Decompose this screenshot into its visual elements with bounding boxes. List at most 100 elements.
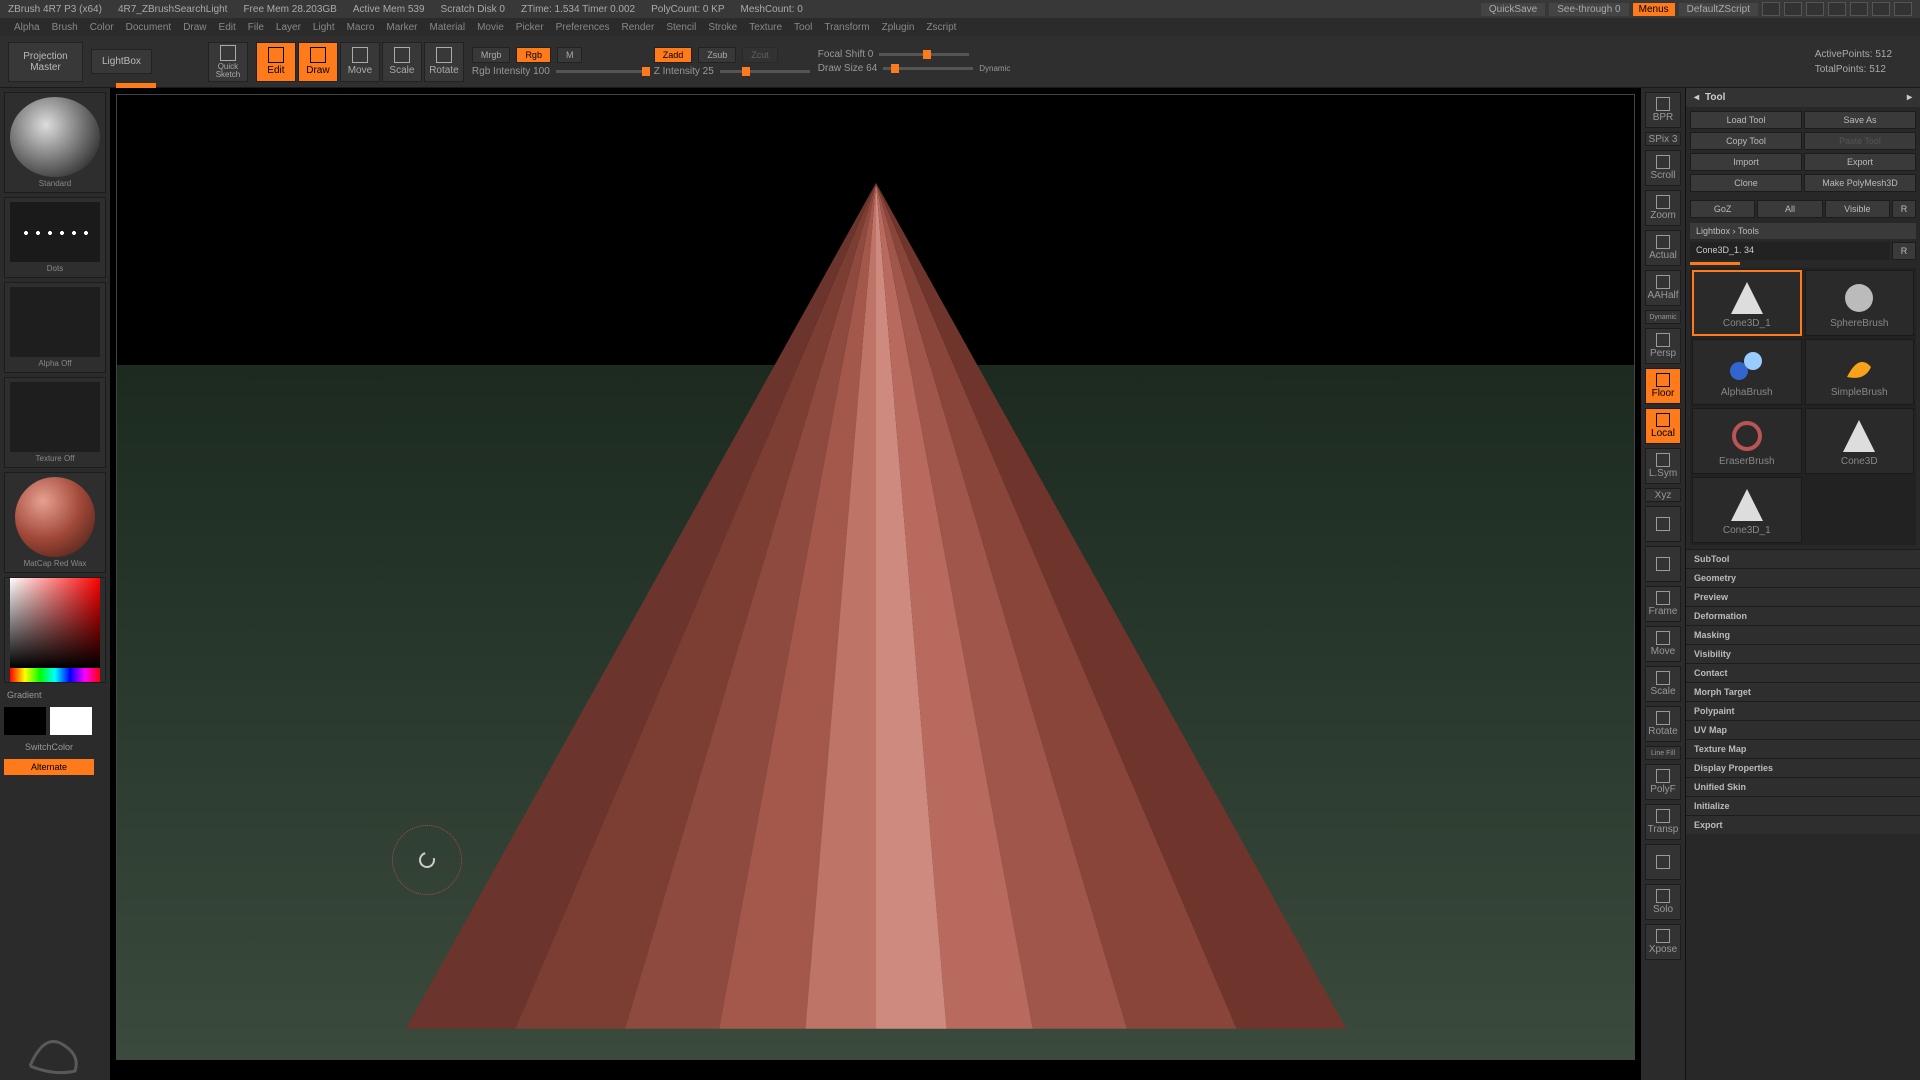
- export-button[interactable]: Export: [1804, 153, 1916, 171]
- scroll-button[interactable]: Scroll: [1645, 150, 1681, 186]
- floor-button[interactable]: Floor: [1645, 368, 1681, 404]
- menu-alpha[interactable]: Alpha: [14, 22, 40, 33]
- z-intensity-slider[interactable]: [720, 70, 810, 73]
- nav-button[interactable]: [1645, 844, 1681, 880]
- zcut-button[interactable]: Zcut: [742, 47, 778, 63]
- alpha-selector[interactable]: Alpha Off: [4, 282, 106, 373]
- document-tab[interactable]: [116, 83, 156, 88]
- m-button[interactable]: M: [557, 47, 583, 63]
- scale-mode-button[interactable]: Scale: [382, 42, 422, 82]
- window-btn-1[interactable]: [1762, 2, 1780, 16]
- scale-button[interactable]: Scale: [1645, 666, 1681, 702]
- tool-thumb-cone3d-1[interactable]: Cone3D_1: [1692, 477, 1802, 543]
- menu-picker[interactable]: Picker: [516, 22, 544, 33]
- menu-render[interactable]: Render: [622, 22, 655, 33]
- tool-thumb-alphabrush[interactable]: AlphaBrush: [1692, 339, 1802, 405]
- nav-button[interactable]: [1645, 506, 1681, 542]
- section-unified-skin[interactable]: Unified Skin: [1686, 777, 1920, 796]
- l-sym-button[interactable]: L.Sym: [1645, 448, 1681, 484]
- section-geometry[interactable]: Geometry: [1686, 568, 1920, 587]
- clone-button[interactable]: Clone: [1690, 174, 1802, 192]
- menu-material[interactable]: Material: [430, 22, 466, 33]
- goz-button[interactable]: GoZ: [1690, 200, 1755, 218]
- section-polypaint[interactable]: Polypaint: [1686, 701, 1920, 720]
- actual-button[interactable]: Actual: [1645, 230, 1681, 266]
- menu-zscript[interactable]: Zscript: [926, 22, 956, 33]
- frame-button[interactable]: Frame: [1645, 586, 1681, 622]
- zoom-button[interactable]: Zoom: [1645, 190, 1681, 226]
- draw-mode-button[interactable]: Draw: [298, 42, 338, 82]
- window-btn-3[interactable]: [1806, 2, 1824, 16]
- material-selector[interactable]: MatCap Red Wax: [4, 472, 106, 573]
- menu-brush[interactable]: Brush: [52, 22, 78, 33]
- lightbox-tools-link[interactable]: Lightbox › Tools: [1690, 223, 1916, 239]
- menu-color[interactable]: Color: [90, 22, 114, 33]
- quicksketch-button[interactable]: Quick Sketch: [208, 42, 248, 82]
- focal-shift-slider[interactable]: [879, 53, 969, 56]
- quicksave-button[interactable]: QuickSave: [1481, 3, 1545, 16]
- bpr-button[interactable]: BPR: [1645, 92, 1681, 128]
- spix-3-button[interactable]: SPix 3: [1645, 132, 1681, 146]
- maximize-button[interactable]: [1872, 2, 1890, 16]
- polyf-button[interactable]: PolyF: [1645, 764, 1681, 800]
- alternate-button[interactable]: Alternate: [4, 759, 94, 775]
- copy-tool-button[interactable]: Copy Tool: [1690, 132, 1802, 150]
- menu-light[interactable]: Light: [313, 22, 335, 33]
- section-morph-target[interactable]: Morph Target: [1686, 682, 1920, 701]
- load-tool-button[interactable]: Load Tool: [1690, 111, 1802, 129]
- goz-all-button[interactable]: All: [1757, 200, 1822, 218]
- color-picker[interactable]: [4, 577, 106, 683]
- persp-button[interactable]: Persp: [1645, 328, 1681, 364]
- secondary-color-swatch[interactable]: [4, 707, 46, 735]
- section-deformation[interactable]: Deformation: [1686, 606, 1920, 625]
- seethrough-slider[interactable]: See-through 0: [1549, 3, 1628, 16]
- color-square[interactable]: [10, 578, 100, 668]
- tool-thumb-eraserbrush[interactable]: EraserBrush: [1692, 408, 1802, 474]
- tool-panel-header[interactable]: ◂ Tool ▸: [1686, 88, 1920, 107]
- nav-button[interactable]: [1645, 546, 1681, 582]
- default-zscript[interactable]: DefaultZScript: [1679, 3, 1758, 16]
- current-tool-name[interactable]: Cone3D_1. 34: [1690, 242, 1890, 260]
- import-button[interactable]: Import: [1690, 153, 1802, 171]
- rotate-button[interactable]: Rotate: [1645, 706, 1681, 742]
- tool-thumb-cone3d[interactable]: Cone3D: [1805, 408, 1915, 474]
- menu-stroke[interactable]: Stroke: [708, 22, 737, 33]
- aahalf-button[interactable]: AAHalf: [1645, 270, 1681, 306]
- tool-thumb-simplebrush[interactable]: SimpleBrush: [1805, 339, 1915, 405]
- menu-movie[interactable]: Movie: [477, 22, 504, 33]
- draw-size-slider[interactable]: [883, 67, 973, 70]
- minimize-button[interactable]: [1850, 2, 1868, 16]
- brush-selector[interactable]: Standard: [4, 92, 106, 193]
- save-as-button[interactable]: Save As: [1804, 111, 1916, 129]
- solo-button[interactable]: Solo: [1645, 884, 1681, 920]
- tool-thumb-spherebrush[interactable]: SphereBrush: [1805, 270, 1915, 336]
- xyz-button[interactable]: Xyz: [1645, 488, 1681, 502]
- section-uv-map[interactable]: UV Map: [1686, 720, 1920, 739]
- section-preview[interactable]: Preview: [1686, 587, 1920, 606]
- tool-thumb-cone3d-1[interactable]: Cone3D_1: [1692, 270, 1802, 336]
- rotate-mode-button[interactable]: Rotate: [424, 42, 464, 82]
- tool-r-button[interactable]: R: [1892, 242, 1916, 260]
- menu-transform[interactable]: Transform: [824, 22, 869, 33]
- menu-tool[interactable]: Tool: [794, 22, 812, 33]
- zsub-button[interactable]: Zsub: [698, 47, 736, 63]
- rgb-intensity-slider[interactable]: [556, 70, 646, 73]
- menu-stencil[interactable]: Stencil: [666, 22, 696, 33]
- hue-strip[interactable]: [10, 668, 100, 682]
- move-button[interactable]: Move: [1645, 626, 1681, 662]
- menu-zplugin[interactable]: Zplugin: [882, 22, 915, 33]
- section-initialize[interactable]: Initialize: [1686, 796, 1920, 815]
- section-subtool[interactable]: SubTool: [1686, 549, 1920, 568]
- xpose-button[interactable]: Xpose: [1645, 924, 1681, 960]
- zadd-button[interactable]: Zadd: [654, 47, 693, 63]
- rgb-button[interactable]: Rgb: [516, 47, 551, 63]
- close-button[interactable]: [1894, 2, 1912, 16]
- lightbox-button[interactable]: LightBox: [91, 49, 152, 74]
- texture-selector[interactable]: Texture Off: [4, 377, 106, 468]
- menu-marker[interactable]: Marker: [386, 22, 417, 33]
- section-display-properties[interactable]: Display Properties: [1686, 758, 1920, 777]
- menu-layer[interactable]: Layer: [276, 22, 301, 33]
- collapse-icon[interactable]: ▸: [1907, 92, 1912, 103]
- window-btn-4[interactable]: [1828, 2, 1846, 16]
- menu-macro[interactable]: Macro: [347, 22, 375, 33]
